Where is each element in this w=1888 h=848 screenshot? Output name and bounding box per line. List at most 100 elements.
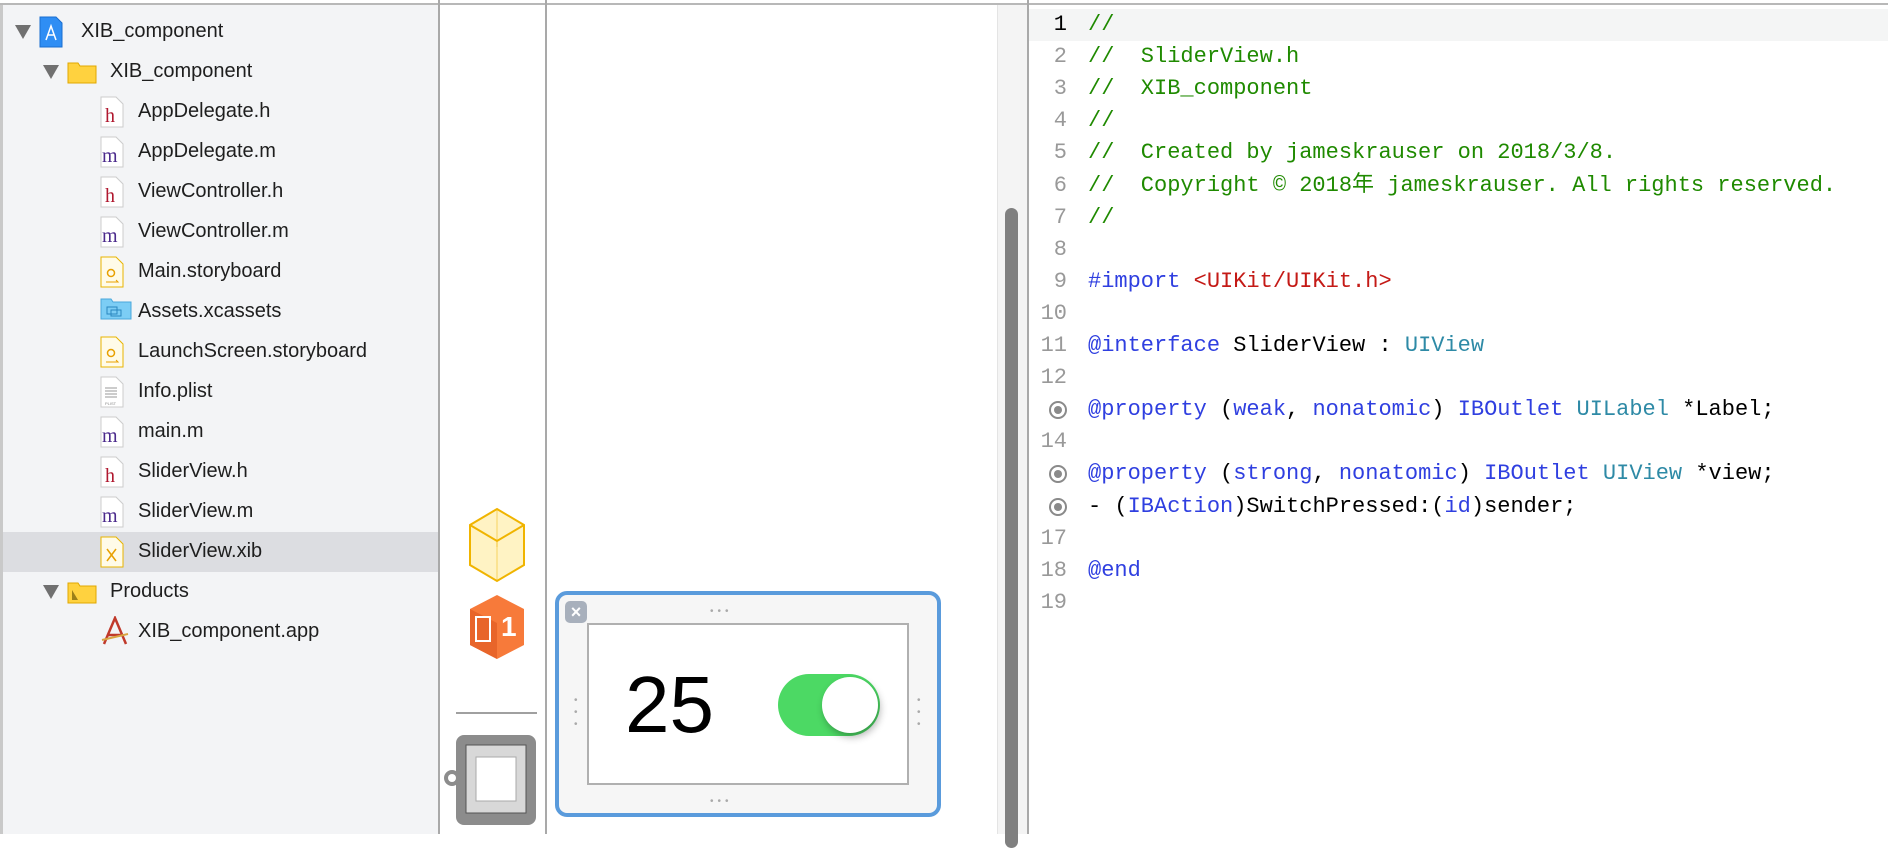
- code-line[interactable]: - (IBAction)SwitchPressed:(id)sender;: [1029, 491, 1888, 523]
- navigator-item-label: AppDelegate.m: [138, 140, 276, 162]
- navigator-item[interactable]: Products: [3, 572, 438, 612]
- navigator-item-label: Products: [110, 580, 189, 602]
- code-line[interactable]: 3 // XIB_component: [1029, 73, 1888, 105]
- code-text: @end: [1088, 555, 1141, 587]
- disclosure-triangle-icon[interactable]: [15, 25, 31, 39]
- code-token: //: [1088, 204, 1115, 230]
- outlet-connection-icon[interactable]: [1049, 465, 1067, 484]
- code-token: IBOutlet: [1484, 461, 1590, 487]
- line-number: 10: [1040, 300, 1067, 326]
- resize-handle-left[interactable]: • • •: [574, 695, 584, 731]
- placeholder-cube-icon[interactable]: [468, 507, 526, 583]
- disclosure-triangle-icon[interactable]: [43, 65, 59, 79]
- disclosure-triangle-icon[interactable]: [43, 585, 59, 599]
- resize-handle-top[interactable]: •••: [710, 607, 733, 617]
- assets-folder-icon: [100, 296, 132, 328]
- first-responder-cube-icon[interactable]: 1: [468, 593, 526, 661]
- code-token: @end: [1088, 557, 1141, 583]
- toggle-switch[interactable]: [778, 674, 880, 736]
- navigator-item[interactable]: h AppDelegate.h: [3, 92, 438, 132]
- code-line[interactable]: @property (weak, nonatomic) IBOutlet UIL…: [1029, 394, 1888, 426]
- code-token: ): [1457, 461, 1485, 487]
- code-line[interactable]: 2 // SliderView.h: [1029, 41, 1888, 73]
- objc-file-icon: m: [100, 496, 126, 528]
- code-token: ,: [1286, 397, 1313, 423]
- svg-text:m: m: [102, 225, 118, 247]
- navigator-item-label: SliderView.h: [138, 460, 248, 482]
- code-token: strong: [1233, 461, 1313, 487]
- navigator-item[interactable]: Main.storyboard: [3, 252, 438, 292]
- navigator-item[interactable]: XIB_component: [3, 52, 438, 92]
- navigator-item[interactable]: h ViewController.h: [3, 172, 438, 212]
- view-icon[interactable]: [442, 733, 538, 827]
- objc-file-icon: m: [100, 416, 126, 448]
- navigator-item-label: Assets.xcassets: [138, 300, 282, 322]
- outlet-connection-icon[interactable]: [1049, 401, 1067, 420]
- navigator-item[interactable]: m SliderView.m: [3, 492, 438, 532]
- code-token: @interface: [1088, 333, 1221, 358]
- navigator-item[interactable]: m main.m: [3, 412, 438, 452]
- code-line[interactable]: 10: [1029, 298, 1888, 330]
- code-token: nonatomic: [1338, 461, 1458, 487]
- code-line[interactable]: 5 // Created by jameskrauser on 2018/3/8.: [1029, 137, 1888, 169]
- navigator-item[interactable]: SliderView.xib: [3, 532, 438, 572]
- navigator-item[interactable]: LaunchScreen.storyboard: [3, 332, 438, 372]
- code-line[interactable]: 7 //: [1029, 202, 1888, 234]
- content-view[interactable]: 25: [587, 623, 909, 785]
- app-icon: [100, 614, 129, 648]
- code-line[interactable]: 18 @end: [1029, 555, 1888, 587]
- code-line[interactable]: 17: [1029, 523, 1888, 555]
- outline-separator: [456, 712, 537, 714]
- code-text: @property (strong, nonatomic) IBOutlet U…: [1088, 458, 1775, 490]
- svg-text:m: m: [102, 145, 118, 167]
- resize-handle-bottom[interactable]: •••: [710, 797, 733, 807]
- navigator-item-label: Main.storyboard: [138, 260, 282, 282]
- project-icon: [39, 16, 65, 48]
- code-token: //: [1088, 108, 1115, 134]
- code-line[interactable]: 1 //: [1029, 9, 1888, 41]
- code-line[interactable]: 4 //: [1029, 105, 1888, 137]
- code-line[interactable]: 19: [1029, 587, 1888, 619]
- header-file-icon: h: [100, 176, 126, 208]
- slider-view-xib[interactable]: × ••• ••• • • • • • • 25: [555, 591, 941, 817]
- line-number: 11: [1040, 333, 1067, 358]
- outlet-connection-icon[interactable]: [1049, 497, 1067, 516]
- code-text: //: [1088, 105, 1114, 137]
- value-label[interactable]: 25: [625, 655, 714, 755]
- navigator-item[interactable]: h SliderView.h: [3, 452, 438, 492]
- navigator-item[interactable]: m ViewController.m: [3, 212, 438, 252]
- navigator-item-label: Info.plist: [138, 380, 213, 402]
- navigator-item[interactable]: XIB_component: [3, 12, 438, 52]
- code-editor[interactable]: 1 // 2 // SliderView.h 3 // XIB_component 4 // 5…: [1029, 5, 1888, 834]
- code-token: *view;: [1682, 461, 1775, 487]
- code-line[interactable]: 11 @interface SliderView : UIView: [1029, 330, 1888, 362]
- code-token: @property: [1088, 461, 1207, 487]
- scrollbar-thumb[interactable]: [1005, 208, 1018, 848]
- code-text: //: [1088, 202, 1114, 234]
- code-line[interactable]: 14: [1029, 426, 1888, 458]
- navigator-item[interactable]: Assets.xcassets: [3, 292, 438, 332]
- objc-file-icon: m: [100, 216, 126, 248]
- code-token: <UIKit/UIKit.h>: [1193, 268, 1392, 294]
- code-line[interactable]: 8: [1029, 234, 1888, 266]
- resize-handle-right[interactable]: • • •: [917, 695, 927, 731]
- code-text: // Copyright © 2018年 jameskrauser. All r…: [1088, 170, 1836, 202]
- code-line[interactable]: 9 #import <UIKit/UIKit.h>: [1029, 266, 1888, 298]
- close-icon[interactable]: ×: [565, 601, 587, 623]
- code-token: // Created by jameskrauser on 2018/3/8.: [1088, 140, 1617, 166]
- navigator-item[interactable]: XIB_component.app: [3, 612, 438, 652]
- line-number: 17: [1040, 525, 1067, 551]
- code-line[interactable]: 12: [1029, 362, 1888, 394]
- canvas-scrollbar[interactable]: [997, 5, 1027, 848]
- switch-knob: [822, 677, 878, 733]
- code-text: - (IBAction)SwitchPressed:(id)sender;: [1088, 491, 1577, 523]
- navigator-item[interactable]: PLIST Info.plist: [3, 372, 438, 412]
- code-line[interactable]: @property (strong, nonatomic) IBOutlet U…: [1029, 458, 1888, 490]
- navigator-item-label: main.m: [138, 420, 204, 442]
- line-number: 6: [1053, 172, 1067, 198]
- svg-text:m: m: [102, 505, 118, 527]
- code-line[interactable]: 6 // Copyright © 2018年 jameskrauser. All …: [1029, 170, 1888, 202]
- navigator-item[interactable]: m AppDelegate.m: [3, 132, 438, 172]
